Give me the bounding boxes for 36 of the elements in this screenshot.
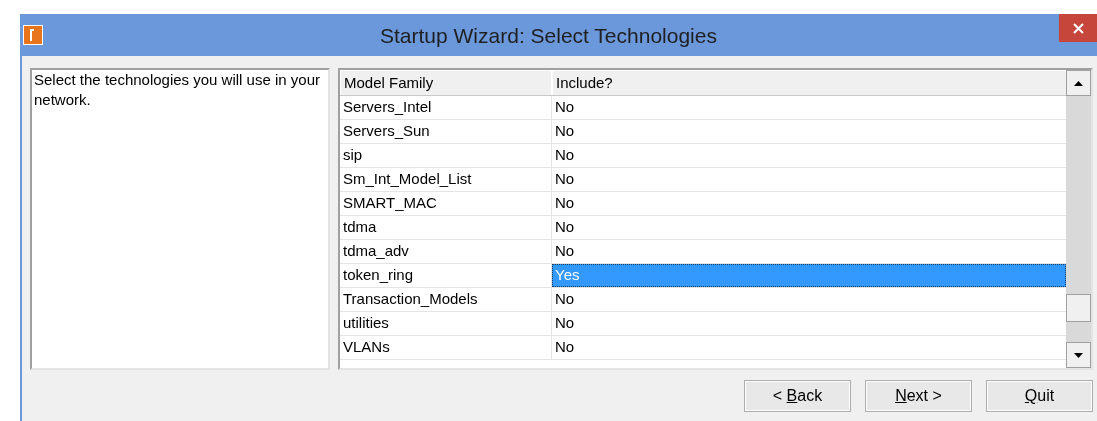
table-cell[interactable]: No — [552, 192, 1066, 215]
up-arrow-icon — [1074, 80, 1083, 86]
scroll-up-button[interactable] — [1066, 70, 1091, 96]
table-cell[interactable]: No — [552, 120, 1066, 143]
table-cell: utilities — [340, 312, 552, 335]
table-cell: SMART_MAC — [340, 192, 552, 215]
table-cell: Servers_Intel — [340, 96, 552, 119]
scroll-down-button[interactable] — [1066, 342, 1091, 368]
table-cell[interactable]: No — [552, 288, 1066, 311]
scrollbar-thumb[interactable] — [1066, 294, 1091, 322]
table-cell: tdma_adv — [340, 240, 552, 263]
wizard-button[interactable]: Next > — [865, 380, 972, 412]
down-arrow-icon — [1074, 352, 1083, 358]
vertical-scrollbar[interactable] — [1066, 70, 1091, 368]
column-header[interactable]: Model Family — [340, 70, 552, 95]
table-cell[interactable]: No — [552, 312, 1066, 335]
close-button[interactable] — [1059, 14, 1097, 42]
wizard-button[interactable]: Quit — [986, 380, 1093, 412]
table-cell: sip — [340, 144, 552, 167]
column-header[interactable]: Include? — [552, 70, 1066, 95]
table-cell[interactable]: No — [552, 240, 1066, 263]
table-cell: Transaction_Models — [340, 288, 552, 311]
table-cell: Sm_Int_Model_List — [340, 168, 552, 191]
table-cell[interactable]: No — [552, 168, 1066, 191]
window-title: Startup Wizard: Select Technologies — [380, 23, 717, 49]
table-cell[interactable]: No — [552, 96, 1066, 119]
app-logo-icon — [23, 25, 43, 45]
table-cell[interactable]: No — [552, 216, 1066, 239]
table-cell[interactable]: No — [552, 336, 1066, 359]
table-cell: VLANs — [340, 336, 552, 359]
table-cell[interactable]: No — [552, 144, 1066, 167]
wizard-button[interactable]: < Back — [744, 380, 851, 412]
close-icon — [1072, 22, 1084, 34]
table-cell: tdma — [340, 216, 552, 239]
instructions-panel: Select the technologies you will use in your network. — [30, 68, 330, 370]
table-cell: Servers_Sun — [340, 120, 552, 143]
